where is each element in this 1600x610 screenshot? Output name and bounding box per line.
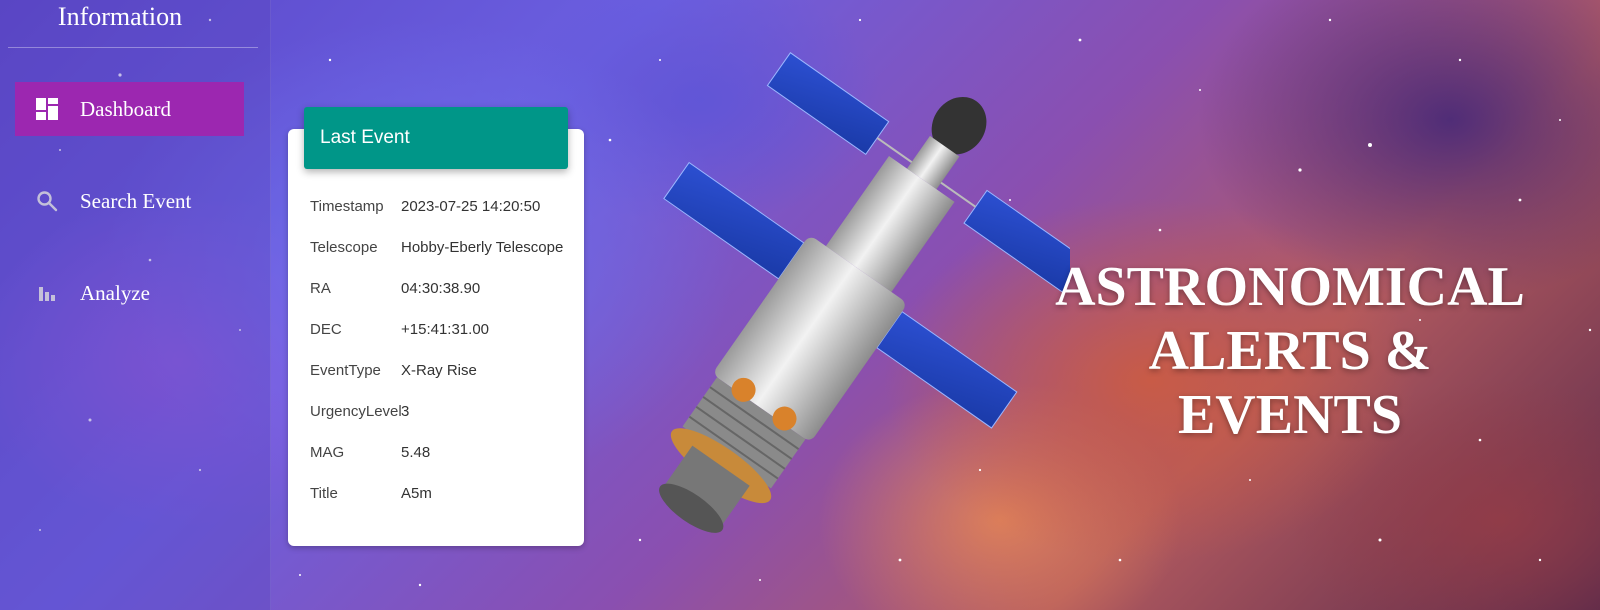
- sidebar-title: Information: [57, 2, 183, 31]
- info-value: X-Ray Rise: [401, 361, 477, 379]
- bar-chart-icon: [35, 281, 59, 305]
- info-row-dec: DEC +15:41:31.00: [310, 319, 489, 339]
- info-label: Telescope: [310, 238, 378, 256]
- info-row-timestamp: Timestamp 2023-07-25 14:20:50: [310, 196, 540, 216]
- info-value: 04:30:38.90: [401, 279, 481, 297]
- info-value: 5.48: [401, 443, 431, 461]
- info-value: +15:41:31.00: [401, 320, 490, 338]
- info-label: EventType: [310, 361, 381, 379]
- info-value: A5m: [401, 484, 432, 502]
- info-row-mag: MAG 5.48: [310, 442, 430, 462]
- nav-item-dashboard[interactable]: Dashboard: [15, 82, 244, 136]
- sidebar-divider: [8, 47, 258, 48]
- dashboard-icon: [35, 97, 59, 121]
- info-label: DEC: [310, 320, 342, 338]
- info-value: 3: [401, 402, 410, 420]
- info-row-telescope: Telescope Hobby-Eberly Telescope: [310, 237, 563, 257]
- info-row-urgencylevel: UrgencyLevel 3: [310, 401, 409, 421]
- nav-item-label: Search Event: [80, 188, 192, 213]
- info-label: UrgencyLevel: [310, 402, 402, 420]
- info-label: MAG: [310, 443, 345, 461]
- nav-item-label: Analyze: [80, 280, 150, 305]
- info-value: 2023-07-25 14:20:50: [401, 197, 541, 215]
- hero-title-line2: ALERTS & EVENTS: [1148, 320, 1432, 446]
- info-label: Timestamp: [310, 197, 384, 215]
- last-event-card-header: Last Event: [304, 107, 568, 169]
- hero-title: ASTRONOMICAL ALERTS & EVENTS: [1040, 255, 1540, 447]
- hero-title-line1: ASTRONOMICAL: [1055, 256, 1525, 318]
- info-label: RA: [310, 279, 331, 297]
- info-row-eventtype: EventType X-Ray Rise: [310, 360, 477, 380]
- nav-item-analyze[interactable]: Analyze: [15, 266, 244, 320]
- info-value: Hobby-Eberly Telescope: [401, 238, 564, 256]
- nav-item-label: Dashboard: [80, 96, 171, 121]
- nav-item-search-event[interactable]: Search Event: [15, 174, 244, 228]
- sidebar: Information Dashboard Search Event Analy…: [0, 0, 271, 610]
- info-row-ra: RA 04:30:38.90: [310, 278, 480, 298]
- space-station-illustration: [659, 52, 1070, 533]
- info-row-title: Title A5m: [310, 483, 432, 503]
- info-label: Title: [310, 484, 338, 502]
- search-icon: [35, 189, 59, 213]
